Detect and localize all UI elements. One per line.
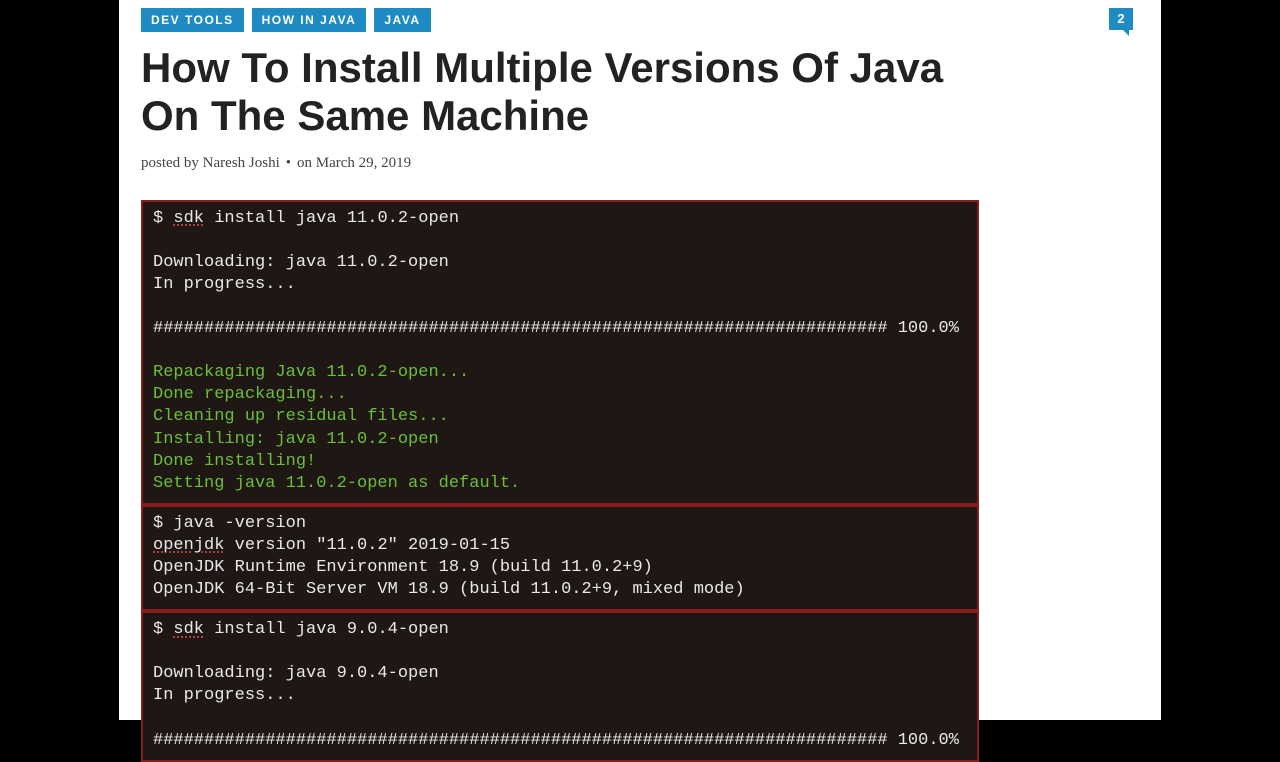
terminal-screenshot: $ sdk install java 11.0.2-open Downloadi… bbox=[141, 200, 979, 762]
term-line: OpenJDK 64-Bit Server VM 18.9 (build 11.… bbox=[153, 580, 745, 599]
posted-by-label: posted by bbox=[141, 155, 203, 171]
prompt: $ bbox=[153, 209, 173, 228]
comment-count-badge[interactable]: 2 bbox=[1109, 8, 1133, 30]
cmd-line: $ java -version bbox=[153, 514, 306, 533]
term-line-success: Installing: java 11.0.2-open bbox=[153, 430, 439, 449]
cmd-args: install java 9.0.4-open bbox=[204, 620, 449, 639]
term-line: openjdk bbox=[153, 536, 224, 555]
term-line: OpenJDK Runtime Environment 18.9 (build … bbox=[153, 558, 653, 577]
article-page: 2 DEV TOOLS HOW IN JAVA JAVA How To Inst… bbox=[119, 0, 1161, 720]
term-line-success: Setting java 11.0.2-open as default. bbox=[153, 474, 520, 493]
post-date: March 29, 2019 bbox=[316, 155, 411, 171]
category-link-dev-tools[interactable]: DEV TOOLS bbox=[141, 8, 244, 32]
term-line: Downloading: java 11.0.2-open bbox=[153, 253, 449, 272]
term-line: In progress... bbox=[153, 686, 296, 705]
article-meta: posted by Naresh Joshi • on March 29, 2019 bbox=[141, 155, 979, 172]
category-link-how-in-java[interactable]: HOW IN JAVA bbox=[252, 8, 367, 32]
prompt: $ bbox=[153, 620, 173, 639]
cmd-keyword: sdk bbox=[173, 620, 204, 639]
on-label: on bbox=[297, 155, 316, 171]
term-line-success: Cleaning up residual files... bbox=[153, 407, 449, 426]
term-line: In progress... bbox=[153, 275, 296, 294]
meta-separator: • bbox=[286, 155, 291, 171]
term-line-success: Done repackaging... bbox=[153, 385, 347, 404]
progress-bar: ########################################… bbox=[153, 731, 959, 750]
category-row: DEV TOOLS HOW IN JAVA JAVA bbox=[141, 8, 979, 32]
terminal-block-2: $ java -version openjdk version "11.0.2"… bbox=[141, 505, 979, 611]
cmd-keyword: sdk bbox=[173, 209, 204, 228]
article-inner: DEV TOOLS HOW IN JAVA JAVA How To Instal… bbox=[141, 8, 979, 762]
term-line: version "11.0.2" 2019-01-15 bbox=[224, 536, 510, 555]
term-line-success: Repackaging Java 11.0.2-open... bbox=[153, 363, 469, 382]
term-line-success: Done installing! bbox=[153, 452, 316, 471]
article-title: How To Install Multiple Versions Of Java… bbox=[141, 44, 979, 141]
author-link[interactable]: Naresh Joshi bbox=[203, 155, 280, 171]
terminal-block-1: $ sdk install java 11.0.2-open Downloadi… bbox=[141, 200, 979, 505]
term-line: Downloading: java 9.0.4-open bbox=[153, 664, 439, 683]
terminal-block-3: $ sdk install java 9.0.4-open Downloadin… bbox=[141, 611, 979, 762]
category-link-java[interactable]: JAVA bbox=[374, 8, 430, 32]
progress-bar: ########################################… bbox=[153, 319, 959, 338]
cmd-args: install java 11.0.2-open bbox=[204, 209, 459, 228]
